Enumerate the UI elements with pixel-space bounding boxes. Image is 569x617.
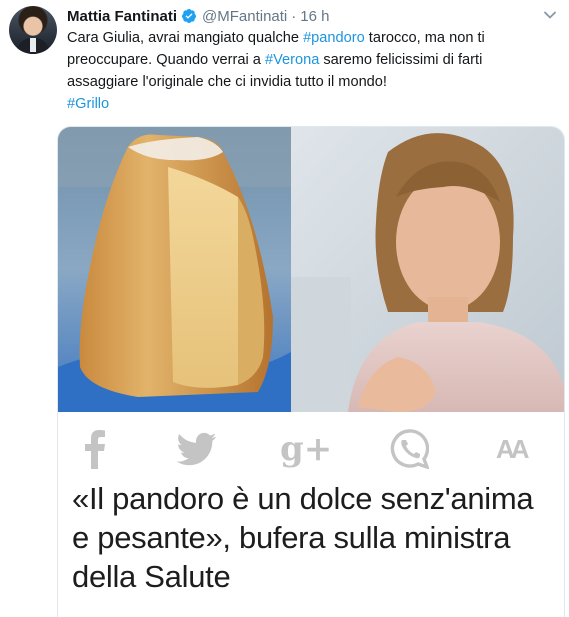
verified-badge-icon	[182, 9, 197, 23]
text-size-icon[interactable]: AA	[496, 429, 536, 469]
hashtag-grillo[interactable]: #Grillo	[67, 96, 109, 112]
tweet-text-part: Cara Giulia, avrai mangiato qualche	[67, 30, 304, 46]
facebook-icon[interactable]	[84, 429, 106, 469]
tweet-timestamp[interactable]: 16 h	[300, 8, 329, 25]
share-bar: g+ AA	[58, 412, 564, 482]
link-preview-card[interactable]: g+ AA «Il pandoro è un dolce senz'anima …	[57, 126, 565, 617]
hashtag-pandoro[interactable]: #pandoro	[303, 30, 365, 46]
chevron-down-icon[interactable]	[543, 8, 557, 22]
author-avatar[interactable]	[9, 6, 57, 54]
hashtag-verona[interactable]: #Verona	[265, 52, 319, 68]
separator-dot: ·	[291, 7, 297, 25]
card-headline[interactable]: «Il pandoro è un dolce senz'anima e pesa…	[72, 479, 552, 596]
google-plus-icon[interactable]: g+	[280, 429, 332, 469]
twitter-icon[interactable]	[176, 429, 218, 469]
tweet-header: Mattia Fantinati @MFantinati · 16 h	[67, 6, 329, 26]
author-name[interactable]: Mattia Fantinati	[67, 8, 177, 25]
card-photo[interactable]	[58, 127, 564, 412]
author-handle[interactable]: @MFantinati	[202, 8, 287, 25]
avatar-shirt	[30, 38, 36, 52]
whatsapp-icon[interactable]	[389, 429, 429, 469]
tweet-text: Cara Giulia, avrai mangiato qualche #pan…	[67, 27, 557, 115]
